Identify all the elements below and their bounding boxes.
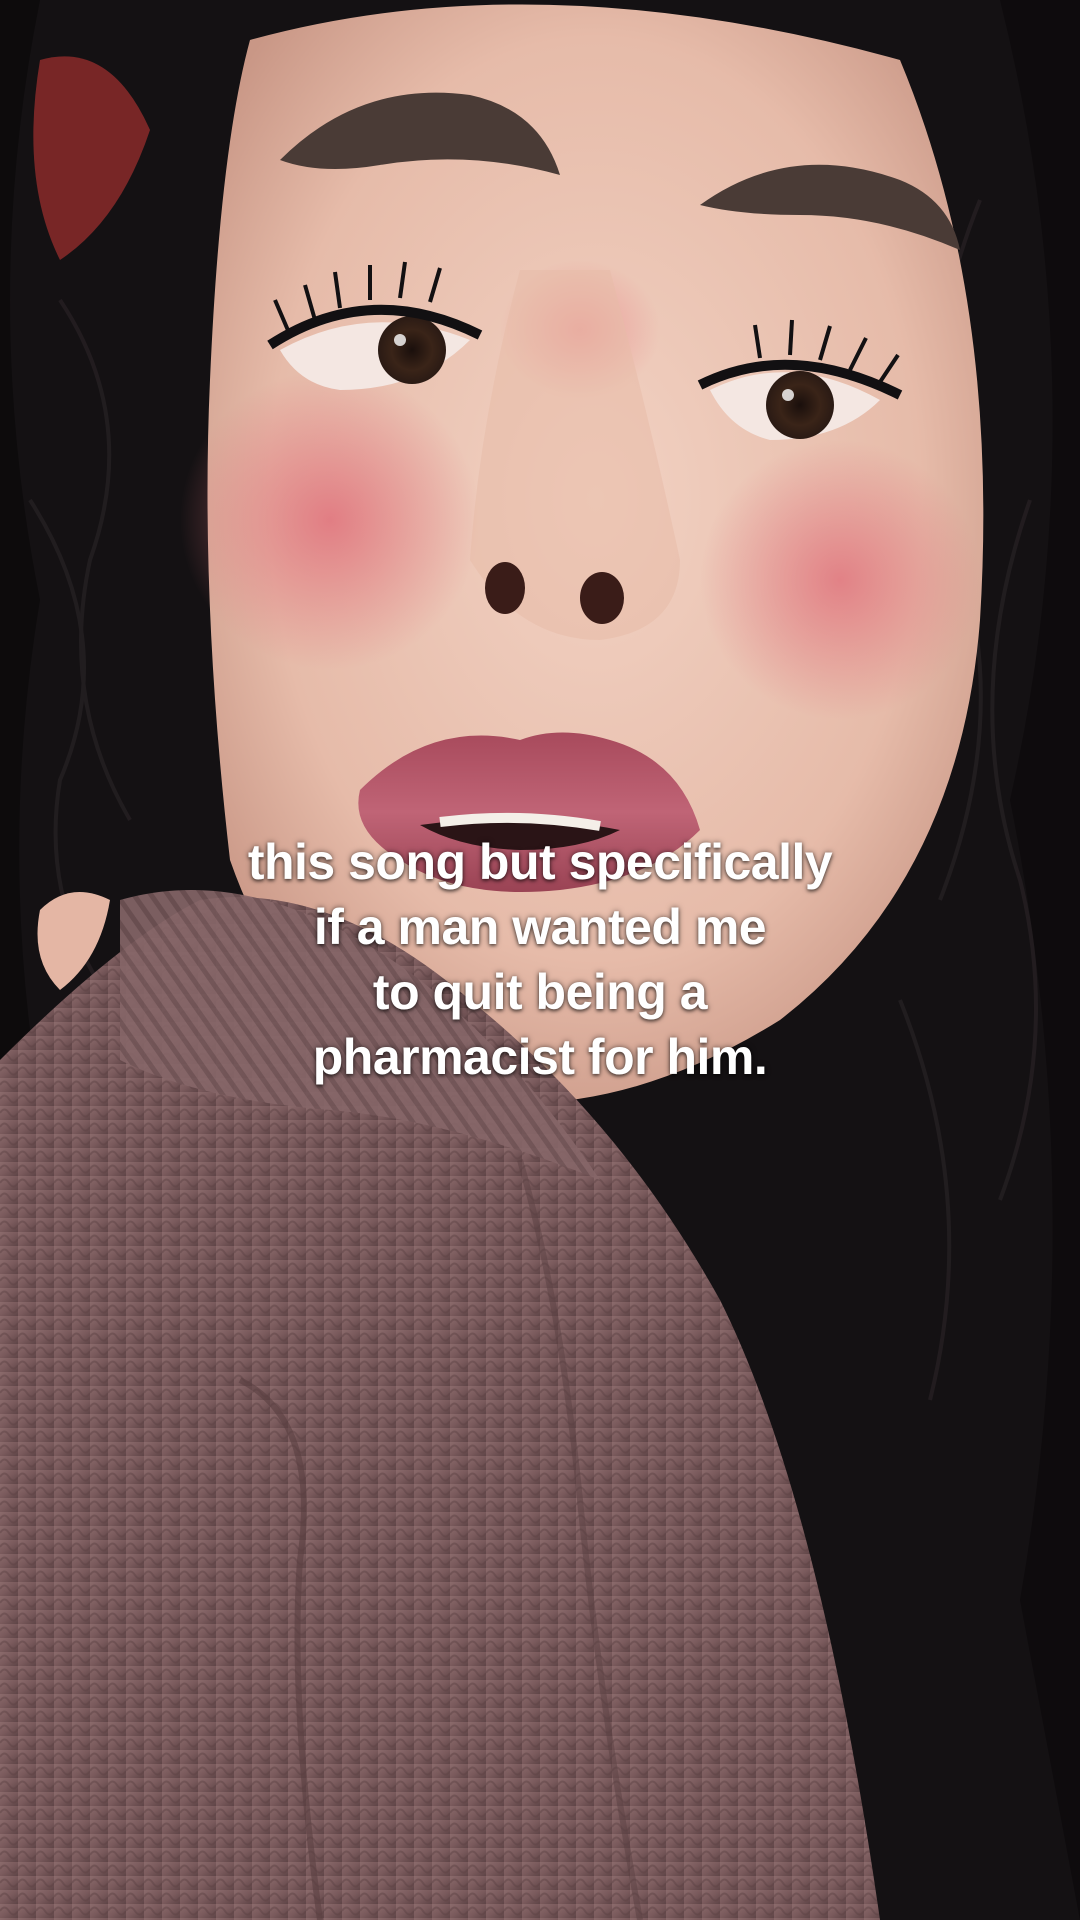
caption-line-3: to quit being a [372, 964, 708, 1020]
video-caption: this song but specifically if a man want… [0, 830, 1080, 1090]
left-eye [378, 316, 446, 384]
caption-line-2: if a man wanted me [313, 899, 767, 955]
video-frame[interactable]: this song but specifically if a man want… [0, 0, 1080, 1920]
caption-line-1: this song but specifically [247, 834, 833, 890]
caption-line-4: pharmacist for him. [312, 1029, 768, 1085]
right-eye [766, 371, 834, 439]
